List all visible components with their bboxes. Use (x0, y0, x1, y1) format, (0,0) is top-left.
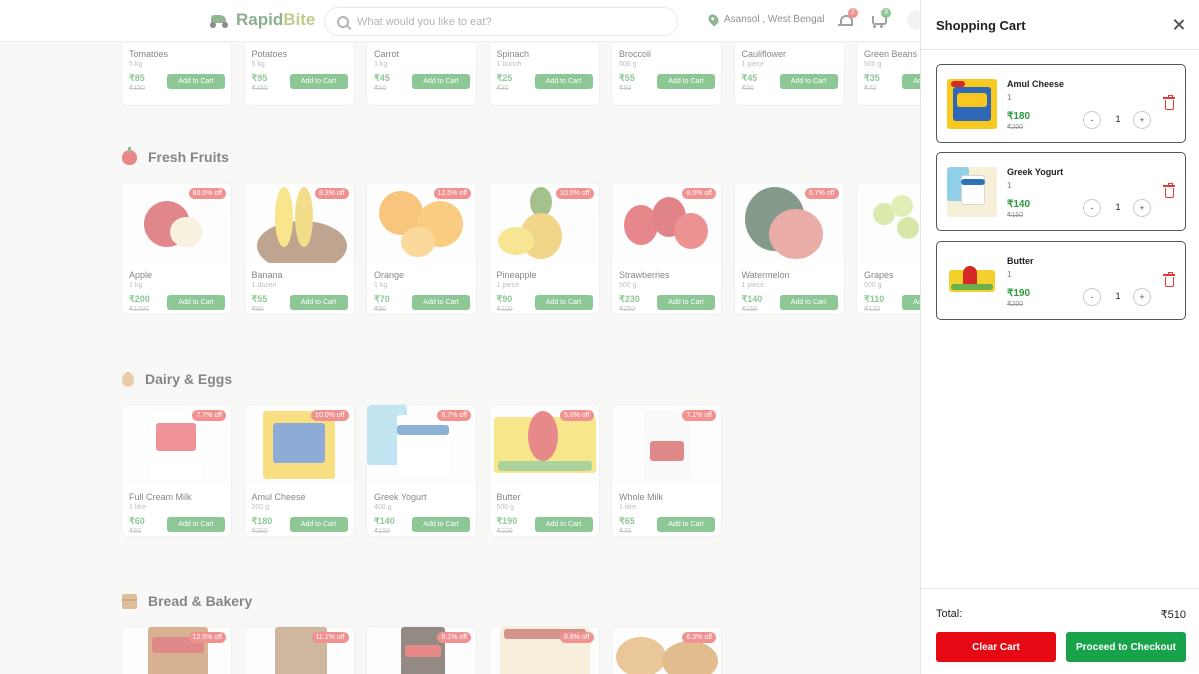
shopping-cart-panel: Shopping Cart Amul Cheese 1 ₹180 ₹200 - … (920, 0, 1199, 674)
quantity-stepper: - 1 + (1083, 199, 1153, 217)
quantity-stepper: - 1 + (1083, 111, 1153, 129)
quantity-value: 1 (1115, 114, 1121, 124)
cart-item-qty: 1 (1007, 270, 1012, 279)
total-value: ₹510 (1160, 609, 1186, 621)
decrease-button[interactable]: - (1083, 288, 1101, 306)
decrease-button[interactable]: - (1083, 199, 1101, 217)
cart-item-mrp: ₹200 (1007, 124, 1024, 131)
cart-item-price: ₹190 (1007, 288, 1031, 299)
cart-header: Shopping Cart (921, 0, 1199, 50)
quantity-value: 1 (1115, 202, 1121, 212)
butter-image (947, 256, 997, 306)
amul-cheese-image (947, 79, 997, 129)
cart-item-name: Amul Cheese (1007, 79, 1065, 89)
total-label: Total: (936, 608, 963, 620)
increase-button[interactable]: + (1133, 111, 1151, 129)
trash-icon[interactable] (1163, 95, 1175, 110)
clear-cart-button[interactable]: Clear Cart (936, 632, 1056, 662)
cart-footer: Total: ₹510 Clear Cart Proceed to Checko… (921, 588, 1199, 674)
cart-item-mrp: ₹150 (1007, 212, 1024, 219)
cart-item-name: Butter (1007, 256, 1034, 266)
greek-yogurt-image (947, 167, 997, 217)
increase-button[interactable]: + (1133, 199, 1151, 217)
cart-item: Butter 1 ₹190 ₹200 - 1 + (936, 241, 1186, 320)
cart-item-mrp: ₹200 (1007, 301, 1024, 308)
decrease-button[interactable]: - (1083, 111, 1101, 129)
checkout-button[interactable]: Proceed to Checkout (1066, 632, 1186, 662)
trash-icon[interactable] (1163, 183, 1175, 198)
close-icon[interactable] (1171, 17, 1187, 33)
cart-item-qty: 1 (1007, 181, 1012, 190)
quantity-value: 1 (1115, 291, 1121, 301)
page-dim-overlay[interactable] (0, 0, 920, 674)
cart-item-qty: 1 (1007, 93, 1012, 102)
cart-item-price: ₹180 (1007, 111, 1031, 122)
cart-title: Shopping Cart (936, 18, 1026, 33)
trash-icon[interactable] (1163, 272, 1175, 287)
cart-item: Greek Yogurt 1 ₹140 ₹150 - 1 + (936, 152, 1186, 231)
increase-button[interactable]: + (1133, 288, 1151, 306)
cart-item-name: Greek Yogurt (1007, 167, 1064, 177)
cart-item: Amul Cheese 1 ₹180 ₹200 - 1 + (936, 64, 1186, 143)
quantity-stepper: - 1 + (1083, 288, 1153, 306)
cart-item-price: ₹140 (1007, 199, 1031, 210)
